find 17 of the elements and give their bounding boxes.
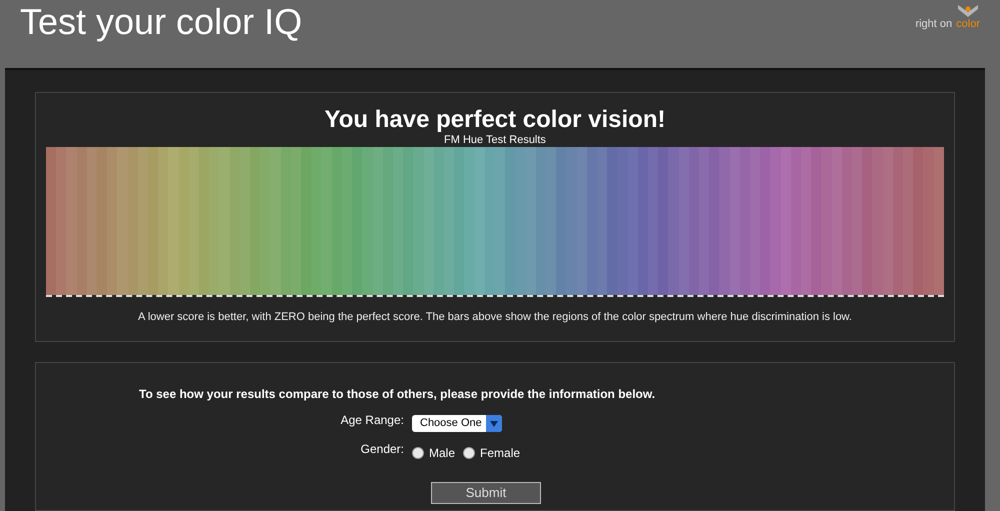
radio-button[interactable]	[463, 447, 476, 459]
age-range-label: Age Range:	[340, 412, 404, 429]
form-intro: To see how your results compare to those of others, please provide the information below.	[139, 386, 656, 403]
chart-title: FM Hue Test Results	[444, 135, 546, 146]
radio-label: Female	[480, 445, 520, 462]
caret-icon	[490, 420, 498, 426]
logo-tagline-accent: color	[956, 18, 980, 32]
logo-icon	[956, 4, 980, 18]
radio-button[interactable]	[412, 447, 424, 459]
logo-tagline: right on	[915, 18, 952, 32]
results-heading: You have perfect color vision!	[324, 105, 666, 135]
page-title: Test your color IQ	[20, 4, 302, 40]
score-note: A lower score is better, with ZERO being the perfect score. The bars above show the regions of the color spectrum where hue discrimination is low.	[138, 310, 852, 325]
gender-label: Gender:	[360, 441, 404, 458]
age-range-select[interactable]: Choose One	[412, 415, 502, 432]
radio-label: Male	[429, 445, 456, 462]
submit-button[interactable]: Submit	[431, 482, 541, 504]
